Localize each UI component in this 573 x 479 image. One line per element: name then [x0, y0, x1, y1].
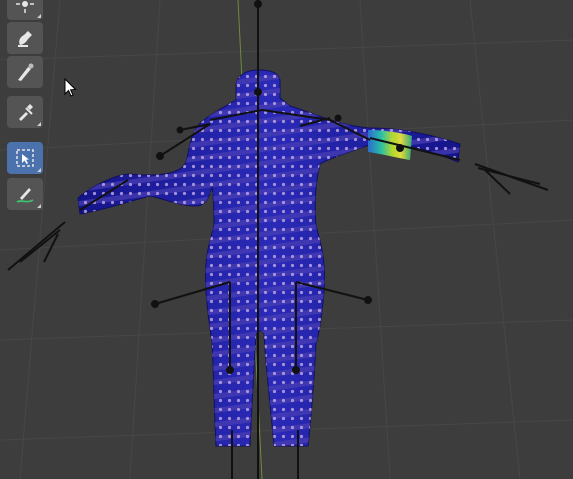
brush-icon — [18, 31, 32, 47]
tool-sample-weight[interactable] — [7, 0, 43, 20]
tool-gradient[interactable] — [7, 96, 43, 128]
dropper-icon — [19, 104, 33, 121]
tool-annotate[interactable] — [7, 178, 43, 210]
weight-heat-band — [368, 130, 412, 160]
mouse-pointer-icon — [64, 78, 77, 97]
tool-weight-brush[interactable] — [7, 22, 43, 54]
tool-select-box[interactable] — [7, 142, 43, 174]
tool-blur[interactable] — [7, 56, 43, 88]
annotate-icon — [16, 188, 34, 203]
select-box-icon — [16, 149, 34, 167]
smear-icon — [18, 63, 34, 81]
sparkle-icon — [16, 1, 34, 13]
3d-viewport[interactable] — [0, 0, 573, 479]
